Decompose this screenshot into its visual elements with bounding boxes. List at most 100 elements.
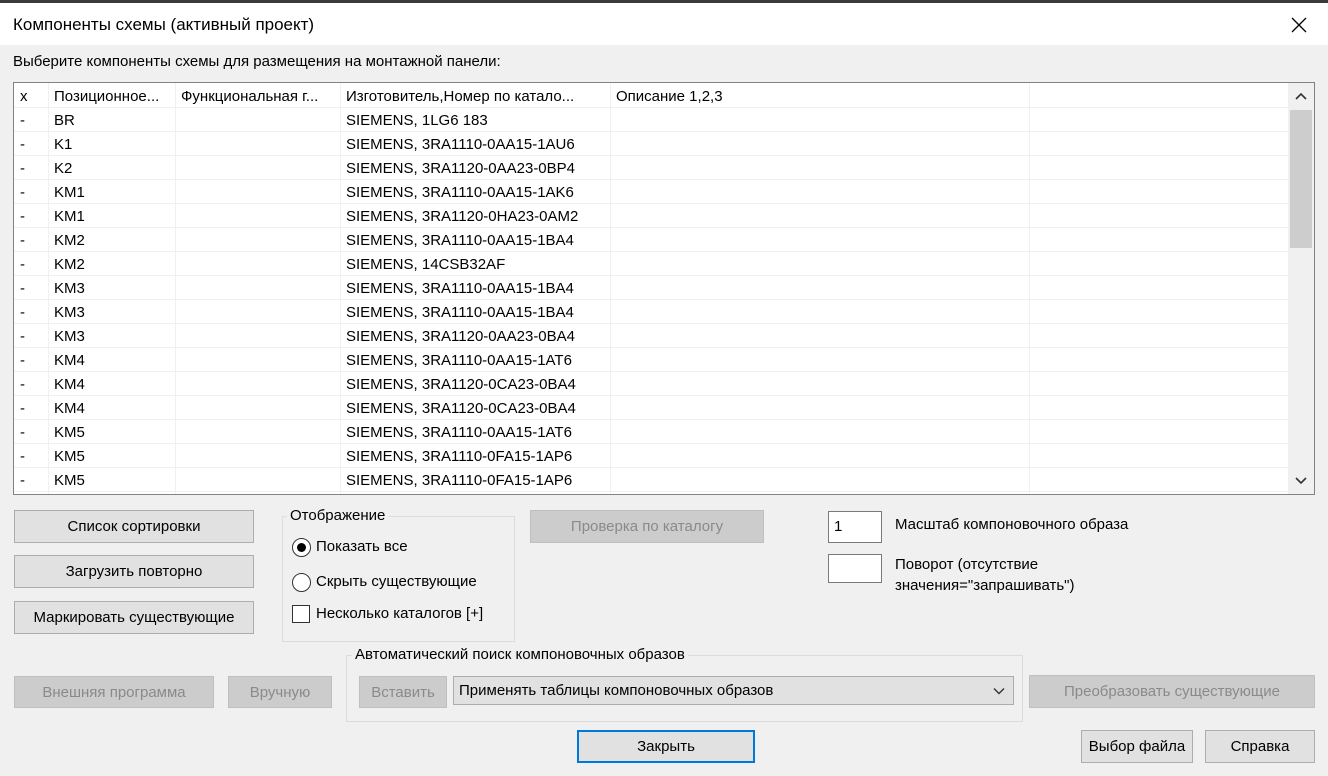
table-cell-x: - bbox=[20, 136, 25, 153]
table-row[interactable]: - KM2 SIEMENS, 3RA1110-0AA15-1BA4 bbox=[14, 228, 1289, 252]
rotation-input[interactable] bbox=[828, 554, 882, 583]
table-row[interactable]: - KM3 SIEMENS, 3RA1110-0AA15-1BA4 bbox=[14, 300, 1289, 324]
table-cell-mfr: SIEMENS, 3RA1120-0AA23-0BP4 bbox=[346, 160, 576, 177]
vertical-scrollbar[interactable] bbox=[1288, 83, 1314, 494]
column-header[interactable] bbox=[1029, 84, 1289, 108]
scrollbar-thumb[interactable] bbox=[1290, 110, 1312, 248]
auto-search-title: Автоматический поиск компоновочных образ… bbox=[352, 646, 688, 663]
table-row[interactable]: - KM4 SIEMENS, 3RA1120-0CA23-0BA4 bbox=[14, 396, 1289, 420]
row-divider bbox=[14, 419, 1289, 420]
components-table[interactable]: x Позиционное... Функциональная г... Изгото… bbox=[13, 82, 1315, 495]
column-header[interactable]: Функциональная г... bbox=[175, 84, 340, 108]
table-row[interactable]: - BR SIEMENS, 1LG6 183 bbox=[14, 108, 1289, 132]
scroll-up-button[interactable] bbox=[1288, 83, 1314, 109]
table-cell-pos: KM3 bbox=[54, 280, 85, 297]
table-cell-pos: KM2 bbox=[54, 256, 85, 273]
table-cell-desc bbox=[610, 300, 1029, 324]
table-cell-desc bbox=[610, 252, 1029, 276]
title-bar: Компоненты схемы (активный проект) bbox=[0, 3, 1328, 45]
table-cell-mfr: SIEMENS, 3RA1110-0AA15-1AT6 bbox=[346, 352, 572, 369]
row-divider bbox=[14, 131, 1289, 132]
table-row[interactable]: - KM1 SIEMENS, 3RA1110-0AA15-1AK6 bbox=[14, 180, 1289, 204]
select-file-button[interactable]: Выбор файла bbox=[1081, 730, 1193, 763]
table-cell-pos: KM5 bbox=[54, 472, 85, 489]
row-divider bbox=[14, 155, 1289, 156]
table-cell-func bbox=[175, 300, 340, 324]
table-cell-desc bbox=[610, 204, 1029, 228]
table-cell-desc bbox=[610, 396, 1029, 420]
table-row[interactable]: - KM4 SIEMENS, 3RA1120-0CA23-0BA4 bbox=[14, 372, 1289, 396]
column-divider bbox=[175, 83, 176, 494]
auto-search-select[interactable]: Применять таблицы компоновочных образов bbox=[453, 676, 1014, 705]
column-header[interactable]: x bbox=[14, 84, 48, 108]
table-row[interactable]: - KM3 SIEMENS, 3RA1110-0AA15-1BA4 bbox=[14, 276, 1289, 300]
table-cell-mfr: SIEMENS, 3RA1120-0HA23-0AM2 bbox=[346, 208, 579, 225]
table-row[interactable]: - KM5 SIEMENS, 3RA1110-0FA15-1AP6 bbox=[14, 468, 1289, 492]
column-divider bbox=[610, 83, 611, 494]
row-divider bbox=[14, 251, 1289, 252]
table-row[interactable]: - KM5 SIEMENS, 3RA1110-0AA15-1AT6 bbox=[14, 420, 1289, 444]
sort-list-button[interactable]: Список сортировки bbox=[14, 510, 254, 543]
scale-input[interactable]: 1 bbox=[828, 511, 882, 543]
table-header: x Позиционное... Функциональная г... Изгото… bbox=[14, 84, 1289, 108]
table-cell-func bbox=[175, 372, 340, 396]
table-cell-desc bbox=[610, 228, 1029, 252]
table-cell-func bbox=[175, 252, 340, 276]
table-cell-desc bbox=[610, 324, 1029, 348]
column-divider bbox=[340, 83, 341, 494]
convert-existing-button[interactable]: Преобразовать существующие bbox=[1029, 675, 1315, 708]
close-button[interactable]: Закрыть bbox=[577, 730, 755, 763]
row-divider bbox=[14, 443, 1289, 444]
table-cell-desc bbox=[610, 180, 1029, 204]
hide-existing-radio[interactable] bbox=[292, 573, 311, 592]
reload-button[interactable]: Загрузить повторно bbox=[14, 555, 254, 588]
table-row[interactable]: - KM3 SIEMENS, 3RA1120-0AA23-0BA4 bbox=[14, 324, 1289, 348]
table-cell-desc bbox=[610, 444, 1029, 468]
instruction-label: Выберите компоненты схемы для размещения… bbox=[13, 53, 501, 70]
table-row[interactable]: - KM5 SIEMENS, 3RA1110-0FA15-1AP6 bbox=[14, 444, 1289, 468]
table-cell-mfr: SIEMENS, 3RA1110-0FA15-1AP6 bbox=[346, 472, 573, 489]
scroll-down-button[interactable] bbox=[1288, 468, 1314, 494]
table-cell-desc bbox=[610, 132, 1029, 156]
table-cell-pos: KM3 bbox=[54, 304, 85, 321]
column-header[interactable]: Описание 1,2,3 bbox=[610, 84, 1029, 108]
row-divider bbox=[14, 371, 1289, 372]
table-row[interactable]: - K2 SIEMENS, 3RA1120-0AA23-0BP4 bbox=[14, 156, 1289, 180]
table-row[interactable]: - KM1 SIEMENS, 3RA1120-0HA23-0AM2 bbox=[14, 204, 1289, 228]
table-cell-desc bbox=[610, 108, 1029, 132]
table-cell-pos: KM2 bbox=[54, 232, 85, 249]
table-cell-pos: K1 bbox=[54, 136, 73, 153]
hide-existing-label[interactable]: Скрыть существующие bbox=[316, 573, 477, 590]
table-cell-x: - bbox=[20, 448, 25, 465]
table-cell-mfr: SIEMENS, 3RA1120-0CA23-0BA4 bbox=[346, 376, 576, 393]
table-cell-x: - bbox=[20, 352, 25, 369]
insert-button[interactable]: Вставить bbox=[359, 676, 447, 708]
show-all-label[interactable]: Показать все bbox=[316, 538, 408, 555]
window-title: Компоненты схемы (активный проект) bbox=[13, 15, 315, 34]
column-header[interactable]: Позиционное... bbox=[48, 84, 175, 108]
close-window-button[interactable] bbox=[1284, 11, 1314, 39]
catalog-check-button[interactable]: Проверка по каталогу bbox=[530, 510, 764, 543]
multiple-catalogs-label[interactable]: Несколько каталогов [+] bbox=[316, 605, 483, 622]
row-divider bbox=[14, 227, 1289, 228]
dropdown-arrow bbox=[991, 683, 1007, 699]
row-divider bbox=[14, 203, 1289, 204]
help-button[interactable]: Справка bbox=[1205, 730, 1315, 763]
column-divider bbox=[1029, 83, 1030, 494]
table-row[interactable]: - K1 SIEMENS, 3RA1110-0AA15-1AU6 bbox=[14, 132, 1289, 156]
table-cell-mfr: SIEMENS, 3RA1110-0AA15-1BA4 bbox=[346, 280, 574, 297]
column-header[interactable]: Изготовитель,Номер по катало... bbox=[340, 84, 610, 108]
mark-existing-button[interactable]: Маркировать существующие bbox=[14, 601, 254, 634]
row-divider bbox=[14, 299, 1289, 300]
table-cell-x: - bbox=[20, 424, 25, 441]
external-program-button[interactable]: Внешняя программа bbox=[14, 676, 214, 708]
show-all-radio[interactable] bbox=[292, 538, 311, 557]
table-row[interactable]: - KM4 SIEMENS, 3RA1110-0AA15-1AT6 bbox=[14, 348, 1289, 372]
table-cell-mfr: SIEMENS, 3RA1120-0CA23-0BA4 bbox=[346, 400, 576, 417]
manual-button[interactable]: Вручную bbox=[228, 676, 332, 708]
table-cell-func bbox=[175, 420, 340, 444]
multiple-catalogs-checkbox[interactable] bbox=[292, 605, 310, 623]
table-row[interactable]: - KM2 SIEMENS, 14CSB32AF bbox=[14, 252, 1289, 276]
table-cell-x: - bbox=[20, 472, 25, 489]
table-cell-func bbox=[175, 180, 340, 204]
